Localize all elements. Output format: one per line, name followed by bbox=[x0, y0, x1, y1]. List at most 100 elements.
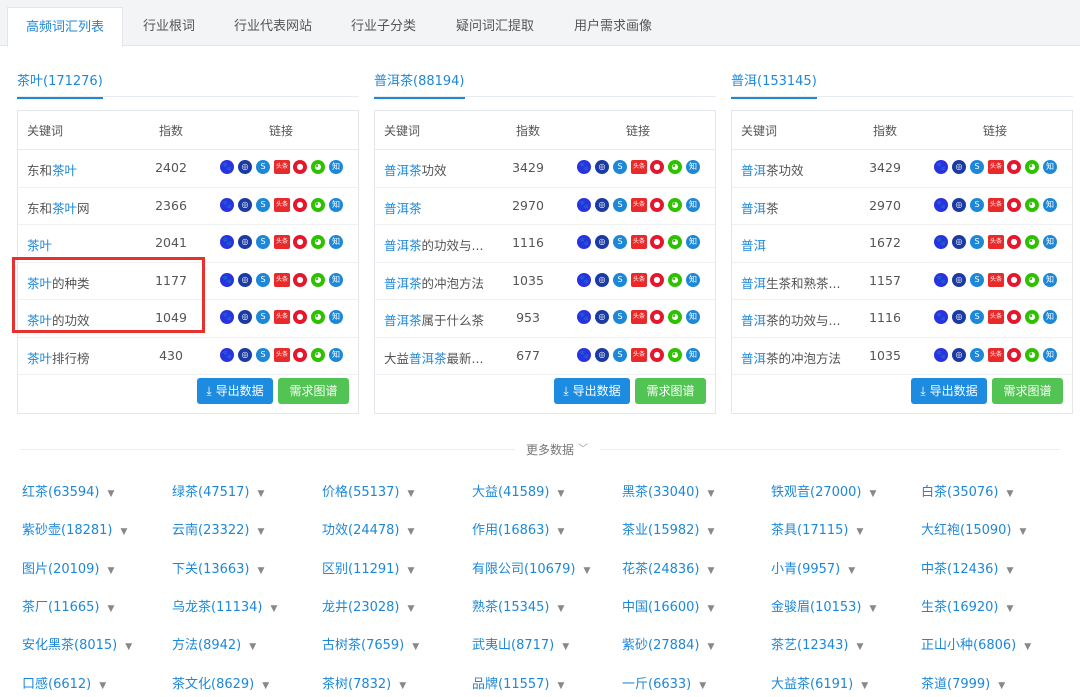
toutiao-icon[interactable]: 头条 bbox=[274, 310, 290, 324]
category-link[interactable]: 生茶(16920) ▼ bbox=[921, 596, 1013, 615]
category-link[interactable]: 方法(8942) ▼ bbox=[172, 634, 256, 653]
search-360-icon[interactable]: ◎ bbox=[238, 160, 252, 174]
weibo-icon[interactable]: ● bbox=[650, 160, 664, 174]
sogou-icon[interactable]: S bbox=[613, 347, 627, 362]
zhihu-icon[interactable]: 知 bbox=[329, 272, 343, 287]
baidu-paw-icon[interactable]: 🐾 bbox=[577, 310, 591, 324]
keyword-link[interactable]: 普洱茶功效 bbox=[384, 160, 447, 179]
toutiao-icon[interactable]: 头条 bbox=[988, 347, 1004, 362]
wechat-icon[interactable]: ◕ bbox=[1025, 272, 1039, 287]
caret-down-icon[interactable]: ▼ bbox=[584, 566, 591, 576]
panel-title[interactable]: 普洱茶(88194) bbox=[374, 70, 465, 99]
weibo-icon[interactable]: ● bbox=[650, 235, 664, 249]
category-link[interactable]: 安化黑茶(8015) ▼ bbox=[22, 634, 132, 653]
wechat-icon[interactable]: ◕ bbox=[311, 272, 325, 287]
weibo-icon[interactable]: ● bbox=[1007, 160, 1021, 174]
sogou-icon[interactable]: S bbox=[970, 160, 984, 174]
category-link[interactable]: 口感(6612) ▼ bbox=[22, 673, 106, 692]
caret-down-icon[interactable]: ▼ bbox=[121, 527, 128, 537]
keyword-link[interactable]: 茶叶排行榜 bbox=[27, 348, 90, 367]
sogou-icon[interactable]: S bbox=[256, 197, 270, 212]
zhihu-icon[interactable]: 知 bbox=[686, 235, 700, 249]
weibo-icon[interactable]: ● bbox=[293, 347, 307, 362]
category-link[interactable]: 金骏眉(10153) ▼ bbox=[771, 596, 876, 615]
zhihu-icon[interactable]: 知 bbox=[686, 272, 700, 287]
wechat-icon[interactable]: ◕ bbox=[311, 310, 325, 324]
baidu-paw-icon[interactable]: 🐾 bbox=[934, 347, 948, 362]
caret-down-icon[interactable]: ▼ bbox=[408, 566, 415, 576]
wechat-icon[interactable]: ◕ bbox=[311, 235, 325, 249]
category-link[interactable]: 小青(9957) ▼ bbox=[771, 558, 855, 577]
baidu-paw-icon[interactable]: 🐾 bbox=[220, 310, 234, 324]
zhihu-icon[interactable]: 知 bbox=[1043, 272, 1057, 287]
category-link[interactable]: 作用(16863) ▼ bbox=[472, 519, 564, 538]
zhihu-icon[interactable]: 知 bbox=[1043, 347, 1057, 362]
toutiao-icon[interactable]: 头条 bbox=[631, 160, 647, 174]
caret-down-icon[interactable]: ▼ bbox=[408, 604, 415, 614]
zhihu-icon[interactable]: 知 bbox=[329, 197, 343, 212]
sogou-icon[interactable]: S bbox=[613, 272, 627, 287]
wechat-icon[interactable]: ◕ bbox=[311, 160, 325, 174]
weibo-icon[interactable]: ● bbox=[650, 347, 664, 362]
caret-down-icon[interactable]: ▼ bbox=[249, 642, 256, 652]
category-link[interactable]: 大益(41589) ▼ bbox=[472, 481, 564, 500]
search-360-icon[interactable]: ◎ bbox=[595, 347, 609, 362]
zhihu-icon[interactable]: 知 bbox=[329, 310, 343, 324]
weibo-icon[interactable]: ● bbox=[293, 272, 307, 287]
search-360-icon[interactable]: ◎ bbox=[595, 235, 609, 249]
search-360-icon[interactable]: ◎ bbox=[952, 347, 966, 362]
category-link[interactable]: 品牌(11557) ▼ bbox=[472, 673, 564, 692]
caret-down-icon[interactable]: ▼ bbox=[271, 604, 278, 614]
category-link[interactable]: 铁观音(27000) ▼ bbox=[771, 481, 876, 500]
category-link[interactable]: 图片(20109) ▼ bbox=[22, 558, 114, 577]
search-360-icon[interactable]: ◎ bbox=[595, 272, 609, 287]
keyword-link[interactable]: 东和茶叶网 bbox=[27, 198, 90, 217]
search-360-icon[interactable]: ◎ bbox=[595, 160, 609, 174]
caret-down-icon[interactable]: ▼ bbox=[708, 642, 715, 652]
toutiao-icon[interactable]: 头条 bbox=[988, 272, 1004, 287]
search-360-icon[interactable]: ◎ bbox=[595, 197, 609, 212]
zhihu-icon[interactable]: 知 bbox=[686, 347, 700, 362]
caret-down-icon[interactable]: ▼ bbox=[1007, 604, 1014, 614]
tab-2[interactable]: 行业代表网站 bbox=[215, 7, 331, 46]
wechat-icon[interactable]: ◕ bbox=[1025, 160, 1039, 174]
search-360-icon[interactable]: ◎ bbox=[238, 235, 252, 249]
category-link[interactable]: 大红袍(15090) ▼ bbox=[921, 519, 1026, 538]
zhihu-icon[interactable]: 知 bbox=[686, 160, 700, 174]
caret-down-icon[interactable]: ▼ bbox=[861, 681, 868, 691]
toutiao-icon[interactable]: 头条 bbox=[631, 197, 647, 212]
weibo-icon[interactable]: ● bbox=[1007, 347, 1021, 362]
chevron-down-icon[interactable]: ﹀ bbox=[578, 440, 588, 455]
search-360-icon[interactable]: ◎ bbox=[952, 160, 966, 174]
search-360-icon[interactable]: ◎ bbox=[238, 197, 252, 212]
caret-down-icon[interactable]: ▼ bbox=[1020, 527, 1027, 537]
caret-down-icon[interactable]: ▼ bbox=[998, 681, 1005, 691]
toutiao-icon[interactable]: 头条 bbox=[631, 235, 647, 249]
category-link[interactable]: 茶业(15982) ▼ bbox=[622, 519, 714, 538]
wechat-icon[interactable]: ◕ bbox=[668, 272, 682, 287]
toutiao-icon[interactable]: 头条 bbox=[274, 347, 290, 362]
wechat-icon[interactable]: ◕ bbox=[668, 347, 682, 362]
wechat-icon[interactable]: ◕ bbox=[668, 160, 682, 174]
zhihu-icon[interactable]: 知 bbox=[329, 235, 343, 249]
sogou-icon[interactable]: S bbox=[256, 235, 270, 249]
zhihu-icon[interactable]: 知 bbox=[329, 347, 343, 362]
category-link[interactable]: 下关(13663) ▼ bbox=[172, 558, 264, 577]
caret-down-icon[interactable]: ▼ bbox=[99, 681, 106, 691]
weibo-icon[interactable]: ● bbox=[293, 197, 307, 212]
category-link[interactable]: 龙井(23028) ▼ bbox=[322, 596, 414, 615]
category-link[interactable]: 茶道(7999) ▼ bbox=[921, 673, 1005, 692]
wechat-icon[interactable]: ◕ bbox=[311, 347, 325, 362]
tab-5[interactable]: 用户需求画像 bbox=[555, 7, 671, 46]
weibo-icon[interactable]: ● bbox=[650, 197, 664, 212]
caret-down-icon[interactable]: ▼ bbox=[258, 566, 265, 576]
keyword-link[interactable]: 普洱生茶和熟茶... bbox=[741, 273, 840, 292]
caret-down-icon[interactable]: ▼ bbox=[108, 489, 115, 499]
baidu-paw-icon[interactable]: 🐾 bbox=[934, 160, 948, 174]
search-360-icon[interactable]: ◎ bbox=[238, 272, 252, 287]
zhihu-icon[interactable]: 知 bbox=[686, 197, 700, 212]
sogou-icon[interactable]: S bbox=[613, 160, 627, 174]
category-link[interactable]: 紫砂壶(18281) ▼ bbox=[22, 519, 127, 538]
category-link[interactable]: 区别(11291) ▼ bbox=[322, 558, 414, 577]
caret-down-icon[interactable]: ▼ bbox=[558, 489, 565, 499]
